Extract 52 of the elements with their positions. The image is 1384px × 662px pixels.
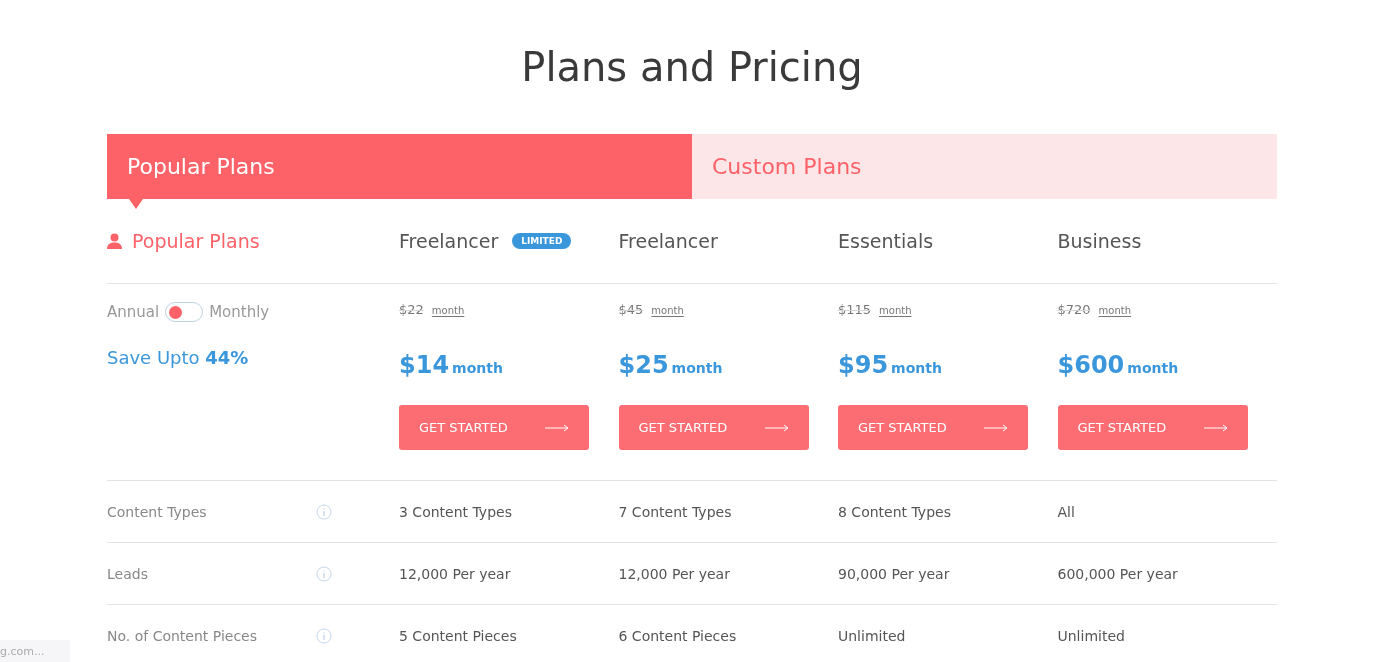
price: $600: [1057, 351, 1125, 379]
feature-value: 600,000 Per year: [1057, 565, 1178, 582]
user-icon: [107, 233, 122, 249]
feature-label: No. of Content Pieces: [107, 627, 258, 644]
feature-value: 8 Content Types: [838, 503, 951, 520]
feature-value: 90,000 Per year: [838, 565, 950, 582]
price: $25: [618, 351, 669, 379]
arrow-right-icon: [545, 423, 569, 432]
annual-label: Annual: [107, 303, 160, 321]
get-started-button[interactable]: GET STARTED: [838, 405, 1028, 450]
price-unit: month: [891, 360, 942, 376]
get-started-button[interactable]: GET STARTED: [1057, 405, 1248, 450]
plan-name: Business: [1057, 230, 1142, 252]
get-started-button[interactable]: GET STARTED: [618, 405, 809, 450]
get-started-button[interactable]: GET STARTED: [399, 405, 589, 450]
feature-value: 7 Content Types: [618, 503, 732, 520]
monthly-label: Monthly: [209, 303, 270, 321]
arrow-right-icon: [1203, 423, 1228, 432]
feature-value: 5 Content Pieces: [399, 627, 517, 644]
tab-pointer: [129, 199, 143, 209]
feature-value: 6 Content Pieces: [618, 627, 737, 644]
feature-value: Unlimited: [838, 627, 906, 644]
feature-label: Leads: [107, 565, 149, 582]
old-price-unit: month: [879, 305, 912, 316]
feature-value: 12,000 Per year: [618, 565, 730, 582]
price-unit: month: [452, 360, 503, 376]
info-icon[interactable]: [316, 565, 332, 582]
price-unit: month: [1127, 360, 1179, 376]
status-url: g.com...: [0, 644, 45, 658]
feature-value: 3 Content Types: [399, 503, 512, 520]
feature-value: Unlimited: [1057, 627, 1125, 644]
price: $95: [838, 351, 889, 379]
info-icon[interactable]: [316, 503, 332, 520]
feature-value: All: [1057, 503, 1075, 520]
plan-name: Essentials: [838, 230, 934, 252]
section-heading: Popular Plans: [132, 230, 260, 252]
price-unit: month: [671, 360, 723, 376]
old-price-unit: month: [651, 305, 684, 316]
feature-label: Content Types: [107, 503, 208, 520]
plan-tab[interactable]: Custom Plans: [692, 134, 1277, 199]
info-icon[interactable]: [316, 627, 332, 644]
price: $14: [399, 351, 450, 379]
arrow-right-icon: [764, 423, 789, 432]
old-price-unit: month: [431, 305, 465, 316]
old-price-unit: month: [1098, 305, 1132, 316]
limited-badge: LIMITED: [512, 233, 572, 249]
page-title: Plans and Pricing: [520, 43, 864, 92]
arrow-right-icon: [984, 423, 1008, 432]
save-note: Save Upto 44%: [107, 347, 250, 368]
plan-name: Freelancer: [618, 230, 718, 252]
feature-value: 12,000 Per year: [399, 565, 511, 582]
plan-name: Freelancer: [399, 230, 499, 252]
